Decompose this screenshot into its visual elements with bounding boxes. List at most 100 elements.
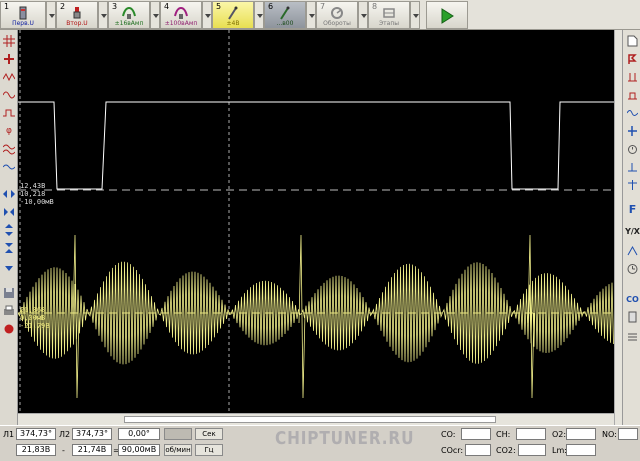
phase-icon[interactable]: φ bbox=[2, 124, 16, 138]
peak-icon[interactable] bbox=[626, 244, 639, 258]
no-field bbox=[618, 428, 638, 440]
clock-icon[interactable] bbox=[626, 262, 639, 276]
horizontal-scrollbar[interactable] bbox=[18, 413, 614, 425]
multi-trace-icon[interactable] bbox=[2, 142, 16, 156]
lambda-field bbox=[566, 444, 596, 456]
expand-vertical-icon[interactable] bbox=[2, 223, 16, 237]
voltage-delta-field[interactable]: 90,00мВ bbox=[118, 444, 160, 456]
seconds-button[interactable]: Сек bbox=[195, 428, 223, 440]
lambda-label: Lm: bbox=[552, 446, 567, 455]
vertical-scrollbar[interactable] bbox=[614, 30, 622, 425]
ch1-scale-mid: 10,218 bbox=[20, 190, 46, 198]
zoom-icon[interactable] bbox=[2, 52, 16, 66]
channel-1-button[interactable]: 1 Перв.U bbox=[0, 1, 46, 29]
channel-5-dropdown[interactable] bbox=[254, 1, 264, 29]
channel-5-button[interactable]: 5 ±4В bbox=[212, 1, 254, 29]
toggle-button[interactable] bbox=[164, 428, 192, 440]
cursor-1-field[interactable]: 374,73° bbox=[16, 428, 56, 440]
channel-8-button[interactable]: 8 Этапы bbox=[368, 1, 410, 29]
coil-icon bbox=[19, 6, 27, 20]
print-icon[interactable] bbox=[2, 304, 16, 318]
ch1-scale-zero: -10,00мВ bbox=[20, 198, 54, 206]
channel-6-dropdown[interactable] bbox=[306, 1, 316, 29]
waveform-canvas bbox=[18, 30, 614, 413]
ch-label: CH: bbox=[496, 430, 511, 439]
oscilloscope-screen[interactable]: 12,43В 10,218 -10,00мВ 20,868 0,00мВ -21… bbox=[18, 30, 614, 413]
frequency-icon[interactable]: F bbox=[626, 202, 639, 216]
waveform-icon[interactable] bbox=[2, 70, 16, 84]
channel-2-dropdown[interactable] bbox=[98, 1, 108, 29]
co-field bbox=[461, 428, 491, 440]
document-icon[interactable] bbox=[626, 34, 639, 48]
settings-icon[interactable] bbox=[626, 330, 639, 344]
channel-toolbar: 1 Перв.U 2 Втор.U 3 ±16вАмп 4 ±100вАмп 5… bbox=[0, 0, 640, 30]
right-tool-panel: F Y/X CO bbox=[622, 30, 640, 425]
channel-1-dropdown[interactable] bbox=[46, 1, 56, 29]
collapse-vertical-icon[interactable] bbox=[2, 241, 16, 255]
ch2-trace bbox=[18, 234, 614, 399]
ch2-scale-mid: 0,00мВ bbox=[20, 314, 46, 322]
record-icon[interactable] bbox=[2, 322, 16, 336]
cocr-label: COcr: bbox=[441, 446, 464, 455]
channel-2-button[interactable]: 2 Втор.U bbox=[56, 1, 98, 29]
pulse-icon[interactable] bbox=[2, 106, 16, 120]
ch2-scale-min: -21,79В bbox=[20, 322, 50, 330]
collapse-horizontal-icon[interactable] bbox=[2, 205, 16, 219]
scrollbar-thumb[interactable] bbox=[124, 416, 496, 423]
current-clamp-icon bbox=[122, 6, 136, 19]
expand-horizontal-icon[interactable] bbox=[2, 187, 16, 201]
ch2-scale-max: 20,868 bbox=[20, 306, 46, 314]
minus-sign: - bbox=[62, 446, 65, 455]
o2-field bbox=[566, 428, 596, 440]
voltage-2-field[interactable]: 21,74В bbox=[72, 444, 112, 456]
device-icon[interactable] bbox=[626, 310, 639, 324]
channel-8-dropdown[interactable] bbox=[410, 1, 420, 29]
current-clamp-icon bbox=[174, 6, 188, 19]
trigger-level-icon[interactable] bbox=[626, 160, 639, 174]
run-button[interactable] bbox=[426, 1, 468, 29]
hertz-button[interactable]: Гц bbox=[195, 444, 223, 456]
cursor-2-label: Л2 bbox=[59, 430, 71, 439]
channel-7-button[interactable]: 7 Обороты bbox=[316, 1, 358, 29]
cursor-sync-icon[interactable] bbox=[626, 70, 639, 84]
channel-7-dropdown[interactable] bbox=[358, 1, 368, 29]
no-label: NO: bbox=[602, 430, 617, 439]
marker-icon[interactable] bbox=[626, 52, 639, 66]
co-label: CO: bbox=[441, 430, 456, 439]
sine-icon[interactable] bbox=[2, 88, 16, 102]
overlay-icon[interactable] bbox=[626, 106, 639, 120]
cursor-1-label: Л1 bbox=[3, 430, 15, 439]
ch1-scale-max: 12,43В bbox=[20, 182, 46, 190]
probe-icon bbox=[228, 6, 238, 20]
probe-icon bbox=[280, 6, 290, 20]
move-down-icon[interactable] bbox=[2, 259, 16, 273]
oscilloscope-app: 1 Перв.U 2 Втор.U 3 ±16вАмп 4 ±100вАмп 5… bbox=[0, 0, 640, 461]
ch-field bbox=[516, 428, 546, 440]
balance-icon[interactable] bbox=[626, 178, 639, 192]
save-icon[interactable] bbox=[2, 286, 16, 300]
timer-icon[interactable] bbox=[626, 142, 639, 156]
channel-4-dropdown[interactable] bbox=[202, 1, 212, 29]
channel-3-button[interactable]: 3 ±16вАмп bbox=[108, 1, 150, 29]
grid-icon[interactable] bbox=[2, 34, 16, 48]
cocr-field bbox=[465, 444, 491, 456]
o2-label: O2: bbox=[552, 430, 567, 439]
stages-icon bbox=[383, 8, 395, 18]
voltage-1-field[interactable]: 21,83В bbox=[16, 444, 56, 456]
angle-delta-field[interactable]: 0,00° bbox=[118, 428, 160, 440]
wave-pair-icon[interactable] bbox=[2, 160, 16, 174]
co-icon[interactable]: CO bbox=[626, 292, 639, 306]
cursor-2-field[interactable]: 374,73° bbox=[72, 428, 112, 440]
xy-mode-icon[interactable]: Y/X bbox=[625, 224, 640, 238]
channel-6-button[interactable]: 6 ...в00 bbox=[264, 1, 306, 29]
left-tool-panel: φ bbox=[0, 30, 18, 425]
channel-3-dropdown[interactable] bbox=[150, 1, 160, 29]
level-icon[interactable] bbox=[626, 88, 639, 102]
watermark: CHIPTUNER.RU bbox=[275, 428, 415, 449]
expand-icon[interactable] bbox=[626, 124, 639, 138]
spark-plug-icon bbox=[73, 7, 81, 19]
ch1-trace bbox=[18, 101, 614, 190]
co2-field bbox=[518, 444, 546, 456]
channel-4-button[interactable]: 4 ±100вАмп bbox=[160, 1, 202, 29]
rpm-button[interactable]: об/мин bbox=[164, 444, 192, 456]
